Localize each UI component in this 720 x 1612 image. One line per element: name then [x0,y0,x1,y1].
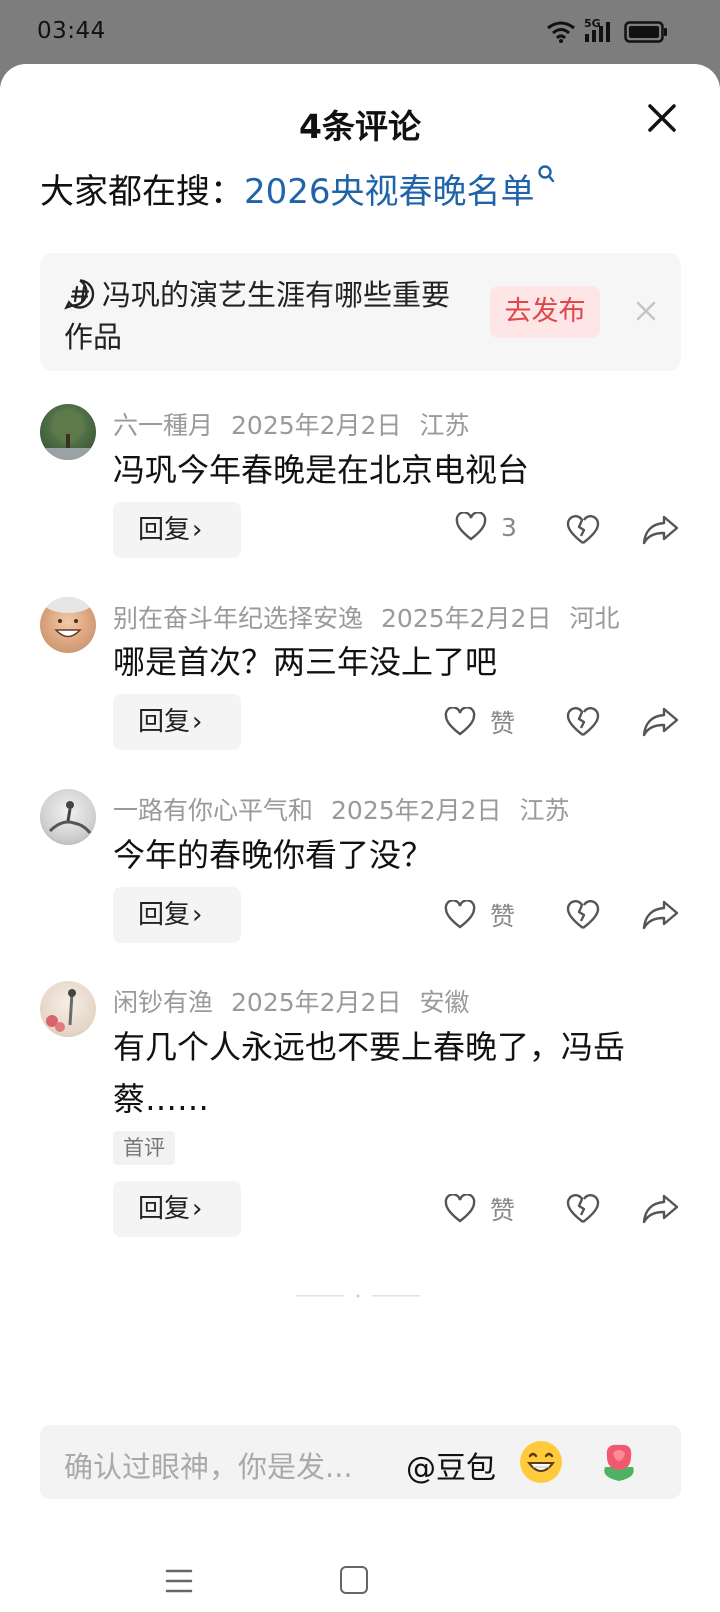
like-count: 赞 [490,709,516,738]
comment-location: 江苏 [419,411,470,440]
comment-username[interactable]: 闲钞有渔 [113,988,213,1017]
chevron-right-icon: › [192,1194,203,1224]
status-bar: 03:44 5G [0,0,720,64]
smiling-face-avatar-image [44,597,92,638]
grin-emoji-icon[interactable] [518,1439,564,1485]
heart-icon [444,900,476,929]
reply-label: 回复 [138,707,191,737]
comment-date: 2025年2月2日 [331,796,502,825]
comment-meta: 六一種月 2025年2月2日 江苏 [113,406,487,442]
comment-username[interactable]: 别在奋斗年纪选择安逸 [113,604,363,633]
publish-button[interactable]: 去发布 [490,286,600,338]
tree-avatar-image [40,410,96,460]
comment-actions: 赞 [440,694,680,750]
rider-avatar-image [48,801,92,834]
comment-username[interactable]: 一路有你心平气和 [113,796,313,825]
cellular-signal-icon: 5G [584,17,616,44]
avatar[interactable] [40,597,96,653]
comment-input-bar[interactable]: 确认过眼神，你是发... @豆包 [40,1425,681,1499]
comment-actions: 赞 [440,887,680,943]
close-icon[interactable] [642,98,682,138]
comment-username[interactable]: 六一種月 [113,411,213,440]
like-count: 赞 [490,902,516,931]
comment-date: 2025年2月2日 [231,411,402,440]
reply-button[interactable]: 回复› [113,1181,241,1237]
comments-sheet: 4条评论 大家都在搜：2026央视春晚名单 冯巩的演艺生涯有哪些重要作品 去发布… [0,64,720,1612]
chevron-right-icon: › [192,515,203,545]
heart-icon [444,1194,476,1223]
trending-search[interactable]: 大家都在搜：2026央视春晚名单 [40,164,555,213]
reply-label: 回复 [138,1194,191,1224]
share-icon[interactable] [642,897,680,933]
comment-text: 哪是首次？两三年没上了吧 [113,643,498,681]
status-icons: 5G [546,17,668,44]
menu-icon[interactable] [165,1568,193,1594]
avatar[interactable] [40,981,96,1037]
topic-suggestion-card: 冯巩的演艺生涯有哪些重要作品 去发布 [40,253,681,371]
reply-label: 回复 [138,515,191,545]
comment-location: 江苏 [519,796,570,825]
comment-text: 冯巩今年春晚是在北京电视台 [113,451,530,489]
share-icon[interactable] [642,512,680,548]
comment-date: 2025年2月2日 [381,604,552,633]
chevron-right-icon: › [192,707,203,737]
like-count: 3 [501,512,517,542]
dismiss-topic-icon[interactable] [635,300,657,322]
comment-input[interactable]: 确认过眼神，你是发... [64,1444,353,1486]
comment-location: 河北 [569,604,620,633]
reply-label: 回复 [138,900,191,930]
first-comment-badge: 首评 [113,1131,175,1165]
broken-heart-icon[interactable] [565,512,601,548]
painting-avatar-image [46,989,76,1032]
battery-icon [624,21,667,43]
broken-heart-icon[interactable] [565,704,601,740]
topic-hash-icon [64,279,95,310]
status-time: 03:44 [37,18,106,44]
system-nav-bar [0,1540,720,1612]
comment-meta: 一路有你心平气和 2025年2月2日 江苏 [113,791,587,827]
trending-search-query[interactable]: 2026央视春晚名单 [244,172,535,212]
heart-icon [455,512,487,541]
topic-suggestion-text: 冯巩的演艺生涯有哪些重要作品 [64,278,451,354]
comment-location: 安徽 [419,988,470,1017]
home-button[interactable] [340,1566,368,1594]
topic-suggestion[interactable]: 冯巩的演艺生涯有哪些重要作品 [64,274,464,358]
like-button[interactable]: 3 [455,512,517,542]
sheet-title: 4条评论 [299,107,421,146]
comment-text: 今年的春晚你看了没？ [113,836,434,874]
broken-heart-icon[interactable] [565,1191,601,1227]
broken-heart-icon[interactable] [565,897,601,933]
comment-actions: 赞 [440,1181,680,1237]
trending-search-prefix: 大家都在搜： [40,172,244,212]
avatar[interactable] [40,789,96,845]
like-count: 赞 [490,1196,516,1225]
like-button[interactable]: 赞 [444,704,515,740]
search-icon [537,165,554,183]
reply-button[interactable]: 回复› [113,502,241,558]
flower-icon[interactable] [595,1437,643,1485]
like-button[interactable]: 赞 [444,897,515,933]
share-icon[interactable] [642,704,680,740]
comment-date: 2025年2月2日 [231,988,402,1017]
wifi-icon [547,21,575,43]
mention-button[interactable]: @豆包 [406,1443,496,1487]
heart-icon [444,707,476,736]
reply-button[interactable]: 回复› [113,694,241,750]
reply-button[interactable]: 回复› [113,887,241,943]
like-button[interactable]: 赞 [444,1191,515,1227]
comment-actions: 3 [440,502,680,558]
comment-text: 有几个人永远也不要上春晚了，冯岳蔡…… [113,1028,626,1118]
comment-meta: 闲钞有渔 2025年2月2日 安徽 [113,983,487,1019]
avatar[interactable] [40,404,96,460]
share-icon[interactable] [642,1191,680,1227]
comment-meta: 别在奋斗年纪选择安逸 2025年2月2日 河北 [113,599,637,635]
chevron-right-icon: › [192,900,203,930]
list-end-divider [296,1294,420,1298]
